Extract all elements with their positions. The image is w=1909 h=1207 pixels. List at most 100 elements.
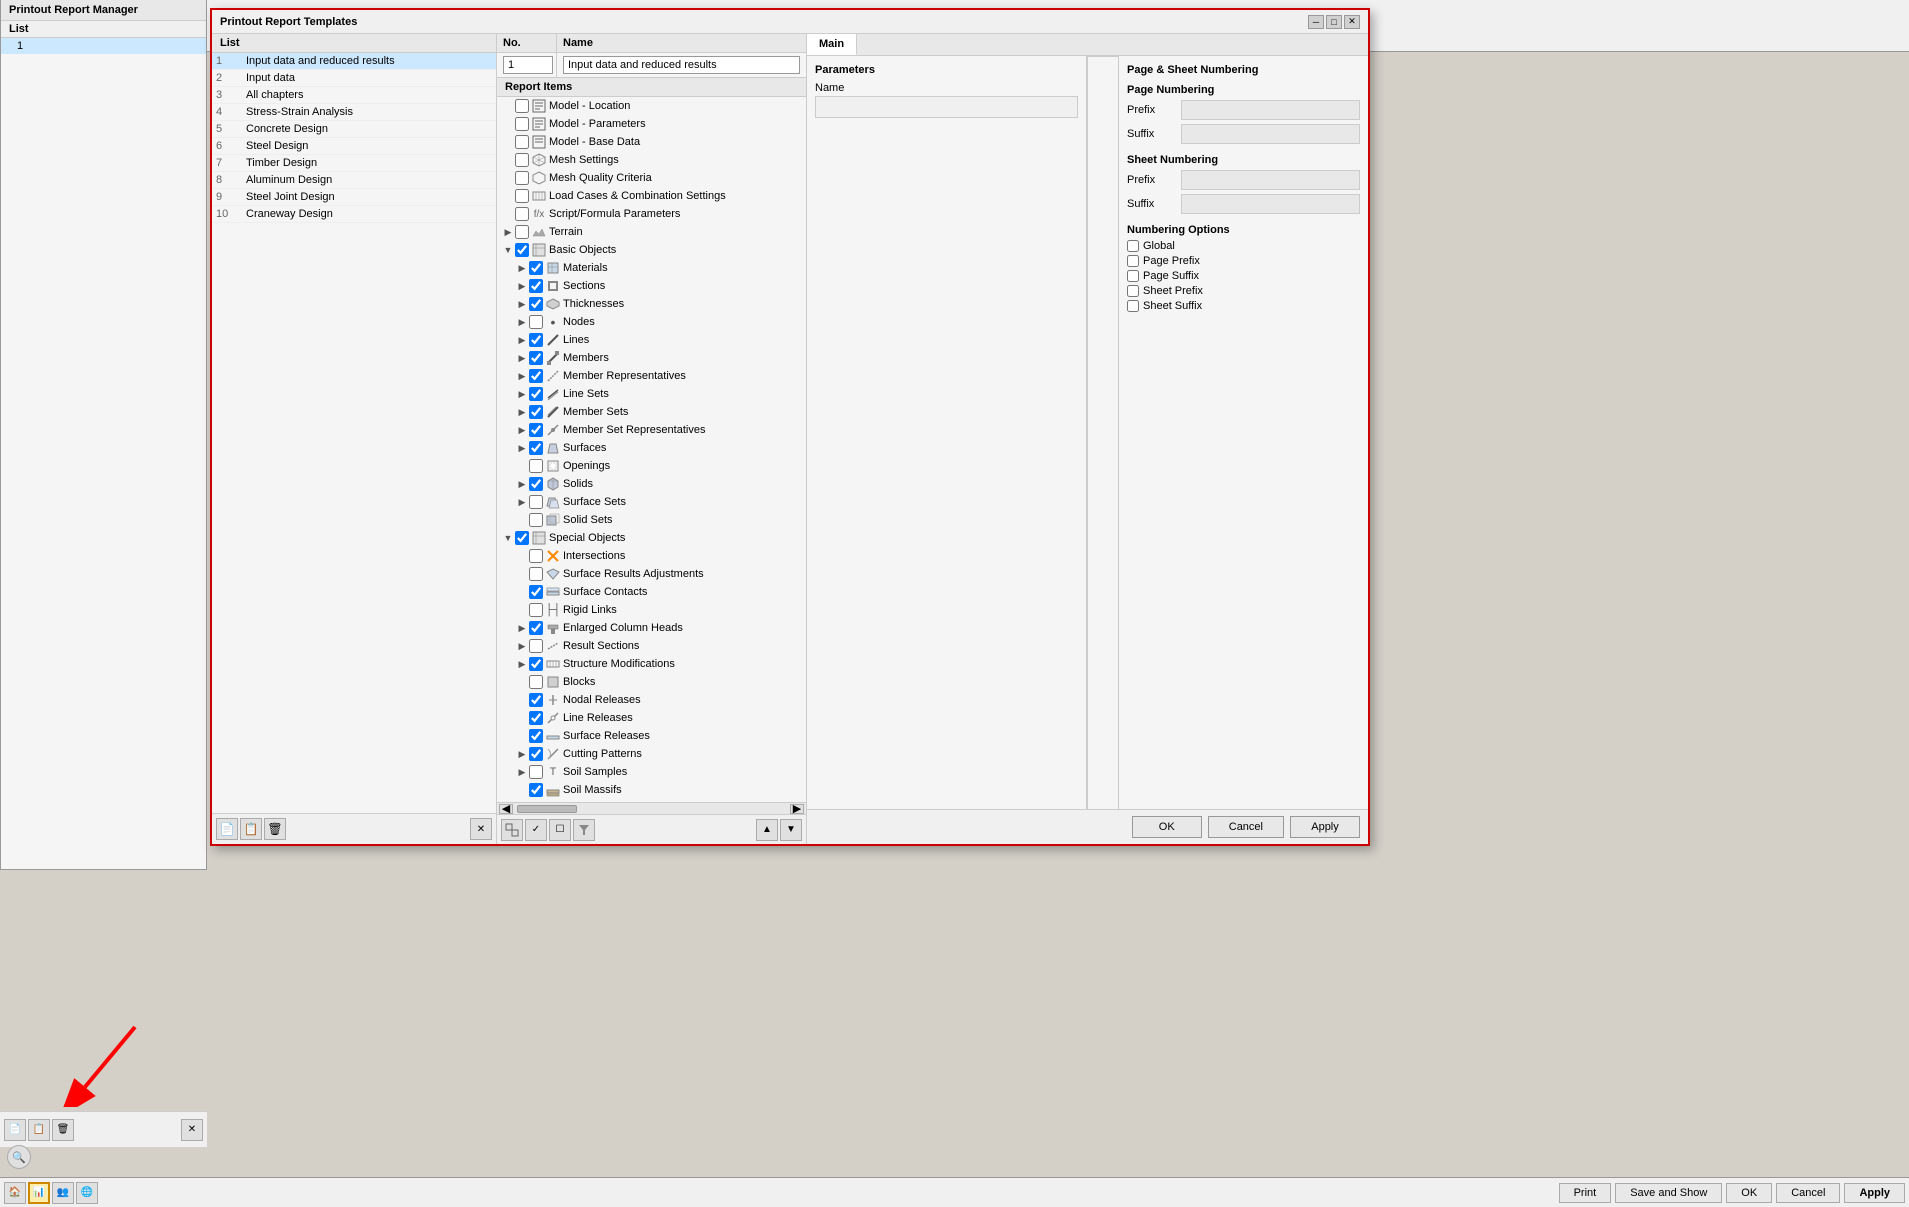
option-pageprefix-checkbox[interactable] (1127, 255, 1139, 267)
expand-lines[interactable]: ▶ (515, 333, 529, 347)
check-members[interactable] (529, 351, 543, 365)
scroll-thumb[interactable] (517, 805, 577, 813)
close-left-button[interactable]: ✕ (181, 1119, 203, 1141)
list-row-9[interactable]: 9 Steel Joint Design (212, 189, 496, 206)
new-report-button[interactable]: 📄 (4, 1119, 26, 1141)
tree-item-surfacecontacts[interactable]: Surface Contacts (497, 583, 806, 601)
tree-item-membersetreps[interactable]: ▶ Member Set Representatives (497, 421, 806, 439)
tree-item-special-objects[interactable]: ▼ Special Objects (497, 529, 806, 547)
expand-all-button[interactable] (501, 819, 523, 841)
expand-blocks[interactable] (515, 675, 529, 689)
expand-surfaceresults[interactable] (515, 567, 529, 581)
expand-mesh-settings[interactable] (501, 153, 515, 167)
ok-button[interactable]: OK (1132, 816, 1202, 838)
list-delete-button[interactable]: 🗑 (264, 818, 286, 840)
expand-loadcases[interactable] (501, 189, 515, 203)
tree-item-soilmassifs[interactable]: Soil Massifs (497, 781, 806, 799)
tree-item-nodes[interactable]: ▶ • Nodes (497, 313, 806, 331)
expand-enlarged[interactable]: ▶ (515, 621, 529, 635)
tree-item-surfacereleases[interactable]: Surface Releases (497, 727, 806, 745)
move-up-button[interactable]: ▲ (756, 819, 778, 841)
check-structmod[interactable] (529, 657, 543, 671)
check-linereleases[interactable] (529, 711, 543, 725)
expand-solidsets[interactable] (515, 513, 529, 527)
tab-main[interactable]: Main (807, 34, 857, 55)
expand-soilsamples[interactable]: ▶ (515, 765, 529, 779)
save-show-button[interactable]: Save and Show (1615, 1183, 1722, 1203)
check-thicknesses[interactable] (529, 297, 543, 311)
check-mesh-quality[interactable] (515, 171, 529, 185)
check-membersets[interactable] (529, 405, 543, 419)
print-button[interactable]: Print (1559, 1183, 1612, 1203)
expand-surfaces[interactable]: ▶ (515, 441, 529, 455)
list-add-button[interactable]: 📄 (216, 818, 238, 840)
option-sheetprefix-checkbox[interactable] (1127, 285, 1139, 297)
name-input[interactable] (563, 56, 800, 74)
ok-status-button[interactable]: OK (1726, 1183, 1772, 1203)
tree-item-basic-objects[interactable]: ▼ Basic Objects (497, 241, 806, 259)
tree-item-soilsamples[interactable]: ▶ T Soil Samples (497, 763, 806, 781)
expand-solids[interactable]: ▶ (515, 477, 529, 491)
expand-special-objects[interactable]: ▼ (501, 531, 515, 545)
check-rigidlinks[interactable] (529, 603, 543, 617)
check-model-location[interactable] (515, 99, 529, 113)
cancel-status-button[interactable]: Cancel (1776, 1183, 1840, 1203)
move-down-button[interactable]: ▼ (780, 819, 802, 841)
check-soilmassifs[interactable] (529, 783, 543, 797)
check-surfacereleases[interactable] (529, 729, 543, 743)
copy-report-button[interactable]: 📋 (28, 1119, 50, 1141)
app-icon-2[interactable]: 📊 (28, 1182, 50, 1204)
expand-membersets[interactable]: ▶ (515, 405, 529, 419)
check-surfacesets[interactable] (529, 495, 543, 509)
tree-item-thicknesses[interactable]: ▶ Thicknesses (497, 295, 806, 313)
expand-script[interactable] (501, 207, 515, 221)
check-surfacecontacts[interactable] (529, 585, 543, 599)
list-row-3[interactable]: 3 All chapters (212, 87, 496, 104)
app-icon-4[interactable]: 🌐 (76, 1182, 98, 1204)
check-lines[interactable] (529, 333, 543, 347)
check-enlarged[interactable] (529, 621, 543, 635)
check-soilsamples[interactable] (529, 765, 543, 779)
apply-status-button[interactable]: Apply (1844, 1183, 1905, 1203)
check-terrain[interactable] (515, 225, 529, 239)
expand-linereleases[interactable] (515, 711, 529, 725)
tree-item-solidsets[interactable]: Solid Sets (497, 511, 806, 529)
option-sheetsuffix-checkbox[interactable] (1127, 300, 1139, 312)
app-icon-3[interactable]: 👥 (52, 1182, 74, 1204)
tree-item-lines[interactable]: ▶ Lines (497, 331, 806, 349)
tree-item-rigidlinks[interactable]: ├┤ Rigid Links (497, 601, 806, 619)
sheet-prefix-input[interactable] (1181, 170, 1360, 190)
tree-item-mesh-settings[interactable]: Mesh Settings (497, 151, 806, 169)
tree-item-loadcases[interactable]: Load Cases & Combination Settings (497, 187, 806, 205)
expand-intersections[interactable] (515, 549, 529, 563)
expand-sections[interactable]: ▶ (515, 279, 529, 293)
expand-nodes[interactable]: ▶ (515, 315, 529, 329)
check-resultsections[interactable] (529, 639, 543, 653)
list-copy-button[interactable]: 📋 (240, 818, 262, 840)
expand-model-location[interactable] (501, 99, 515, 113)
tree-item-solids[interactable]: ▶ Solids (497, 475, 806, 493)
expand-model-parameters[interactable] (501, 117, 515, 131)
list-row-5[interactable]: 5 Concrete Design (212, 121, 496, 138)
expand-surfacesets[interactable]: ▶ (515, 495, 529, 509)
tree-item-script[interactable]: f/x Script/Formula Parameters (497, 205, 806, 223)
tree-item-mesh-quality[interactable]: Mesh Quality Criteria (497, 169, 806, 187)
check-membersetreps[interactable] (529, 423, 543, 437)
check-model-parameters[interactable] (515, 117, 529, 131)
tree-item-intersections[interactable]: Intersections (497, 547, 806, 565)
tree-item-surfaceresults[interactable]: Surface Results Adjustments (497, 565, 806, 583)
check-basic-objects[interactable] (515, 243, 529, 257)
tree-item-membersets[interactable]: ▶ Member Sets (497, 403, 806, 421)
tree-item-enlarged[interactable]: ▶ Enlarged Column Heads (497, 619, 806, 637)
list-row-10[interactable]: 10 Craneway Design (212, 206, 496, 223)
expand-membersetreps[interactable]: ▶ (515, 423, 529, 437)
check-sections[interactable] (529, 279, 543, 293)
scroll-left-button[interactable]: ◀ (499, 804, 513, 814)
tree-item-linesets[interactable]: ▶ Line Sets (497, 385, 806, 403)
scroll-right-button[interactable]: ▶ (790, 804, 804, 814)
check-surfaces[interactable] (529, 441, 543, 455)
name-param-input[interactable] (815, 96, 1078, 118)
check-nodes[interactable] (529, 315, 543, 329)
list-row-2[interactable]: 2 Input data (212, 70, 496, 87)
tree-item-model-location[interactable]: Model - Location (497, 97, 806, 115)
